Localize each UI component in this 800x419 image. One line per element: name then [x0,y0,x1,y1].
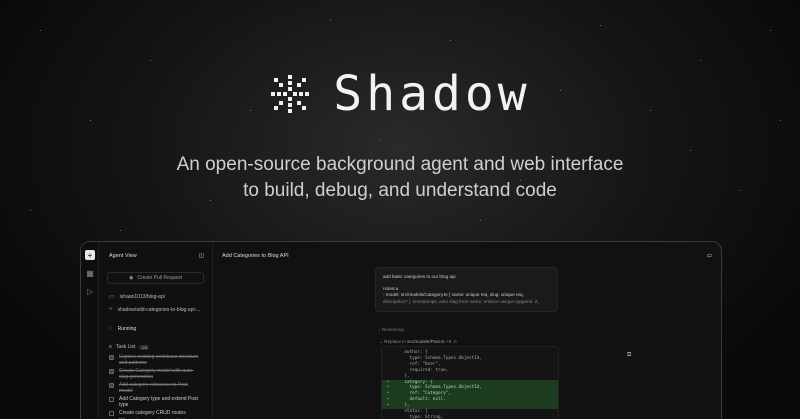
icon-rail: + ▦ ▷ [81,242,99,419]
replace-header[interactable]: ⌄ Replace in src/models/Post.ts +8 -0 [379,339,457,345]
task-list: Explore existing codebase structure and … [99,353,212,419]
task-item[interactable]: Create category CRUD routes [99,409,212,417]
star [30,210,31,211]
star [700,60,701,61]
main-panel: Add Categories to Blog API ▭ add basic c… [213,242,721,419]
hero: Shadow An open-source background agent a… [0,66,800,204]
running-icon: ◌ [109,325,113,332]
star [770,30,771,31]
branch-icon: ⑂ [109,306,113,313]
lines-added: +8 [445,339,452,344]
task-label: Create Category model with auto-slug gen… [119,368,194,380]
branch-name: shadow/add-categories-to-blog-api-... [117,306,201,313]
star [150,60,151,61]
create-pr-label: Create Pull Request [137,275,183,281]
sidebar: Agent View ◫ ◉ Create Pull Request ▭ ish… [99,242,213,419]
grid-icon[interactable]: ▦ [85,268,95,278]
task-list-header[interactable]: ≡ Task List 3/8 [99,341,212,353]
tagline-line-1: An open-source background agent and web … [176,154,624,175]
main-header: Add Categories to Blog API ▭ [213,242,721,270]
logo-row: Shadow [0,66,800,122]
agent-icon[interactable]: ▷ [85,286,95,296]
new-task-icon[interactable]: + [85,250,95,260]
task-label: Create category CRUD routes [119,410,186,416]
replace-prefix: Replace in [384,339,406,344]
tagline-line-2: to build, debug, and understand code [243,180,557,201]
list-icon: ≡ [109,344,112,350]
star [40,30,41,31]
code-line: type: String, [382,415,558,419]
task-label: Explore existing codebase structure and … [119,354,199,366]
star [480,220,481,221]
checkbox-icon[interactable] [109,410,114,416]
task-item[interactable]: Create Category model with auto-slug gen… [99,367,212,381]
tagline: An open-source background agent and web … [0,152,800,204]
status-text: Running [117,325,137,332]
main-title: Add Categories to Blog API [222,253,289,259]
task-label: Add Category type and extend Post type [119,396,198,408]
collapse-sidebar-icon[interactable]: ◫ [199,253,204,259]
reasoning-label: Reasoning [381,327,404,332]
star [600,25,601,26]
checkbox-icon[interactable] [109,354,114,360]
repo-name: ishaan1013/blog-api [119,293,165,300]
checkbox-icon[interactable] [109,382,114,388]
sidebar-header: Agent View ◫ [99,242,212,270]
checkbox-icon[interactable] [109,396,114,402]
replace-path: src/models/Post.ts [407,339,445,344]
shadow-logo-icon [271,75,310,113]
status-row: ◌ Running [99,322,212,335]
task-item[interactable]: Explore existing codebase structure and … [99,353,212,367]
star [330,20,331,21]
create-pull-request-button[interactable]: ◉ Create Pull Request [107,272,204,284]
code-text: type: String, [394,414,444,419]
task-count-badge: 3/8 [139,344,149,350]
sidebar-title: Agent View [109,253,137,259]
star [120,230,121,231]
message-line: description? }. timestamps; auto slug fr… [383,298,539,304]
copy-icon[interactable]: ⧉ [627,352,631,359]
star [450,40,451,41]
user-message: add basic categories to our blog api not… [375,267,558,312]
task-list-label: Task List [115,344,136,350]
diff-sign [382,415,394,419]
branch-row[interactable]: ⑂ shadow/add-categories-to-blog-api-... [99,303,212,316]
task-item[interactable]: Add category reference to Post model [99,381,212,395]
task-label: Add category reference to Post model [119,382,188,394]
chevron-right-icon: › [379,327,381,332]
task-item[interactable]: Add Category type and extend Post type [99,395,212,409]
brand-name: Shadow [333,66,531,122]
checkbox-icon[interactable] [109,368,114,374]
lines-removed: -0 [452,339,457,344]
repo-row[interactable]: ▭ ishaan1013/blog-api [99,290,212,303]
folder-icon: ▭ [109,294,115,300]
chevron-down-icon: ⌄ [379,339,383,344]
code-diff: author: { type: Schema.Types.ObjectId, r… [381,346,559,419]
panel-toggle-icon[interactable]: ▭ [707,253,712,259]
reasoning-toggle[interactable]: › Reasoning [379,327,404,332]
github-icon: ◉ [128,275,134,281]
app-window: + ▦ ▷ Agent View ◫ ◉ Create Pull Request… [80,241,722,419]
